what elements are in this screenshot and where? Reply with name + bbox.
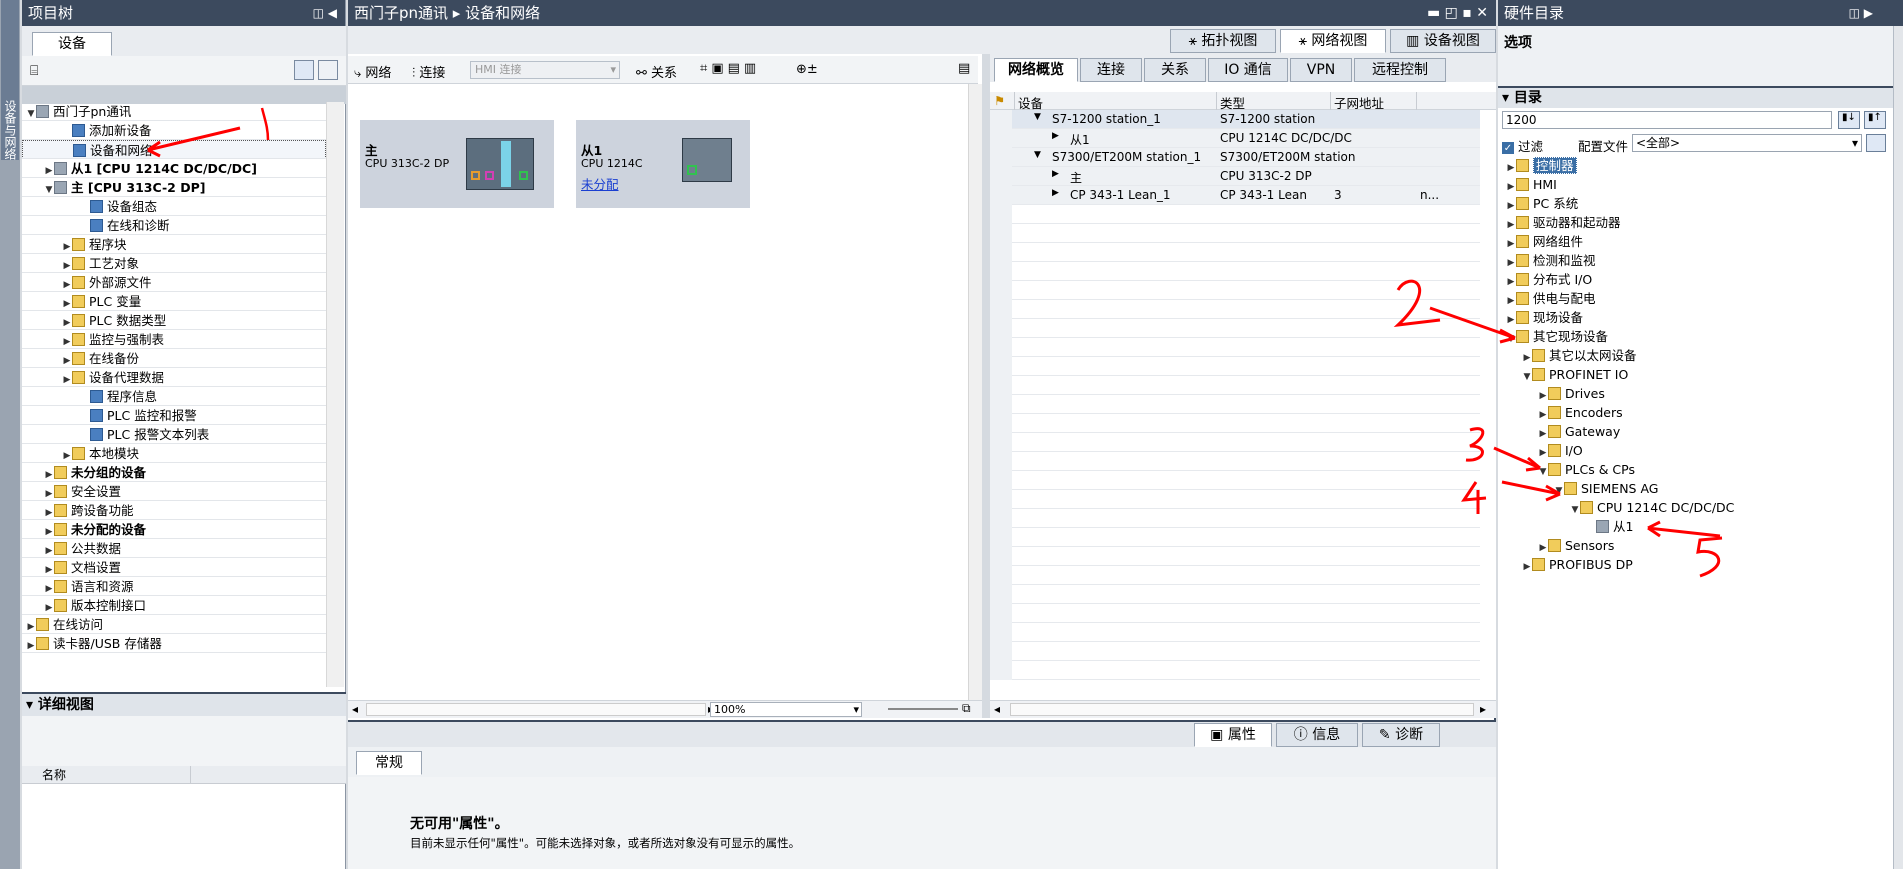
annotation-arrow-5 [1647,520,1723,578]
annotation-arrow-2 [1393,279,1516,344]
annotation-arrow-4 [1461,480,1561,514]
annotation-arrow-1 [147,107,270,158]
annotation-arrow-3 [1465,427,1541,472]
annotation-layer [147,107,1723,578]
